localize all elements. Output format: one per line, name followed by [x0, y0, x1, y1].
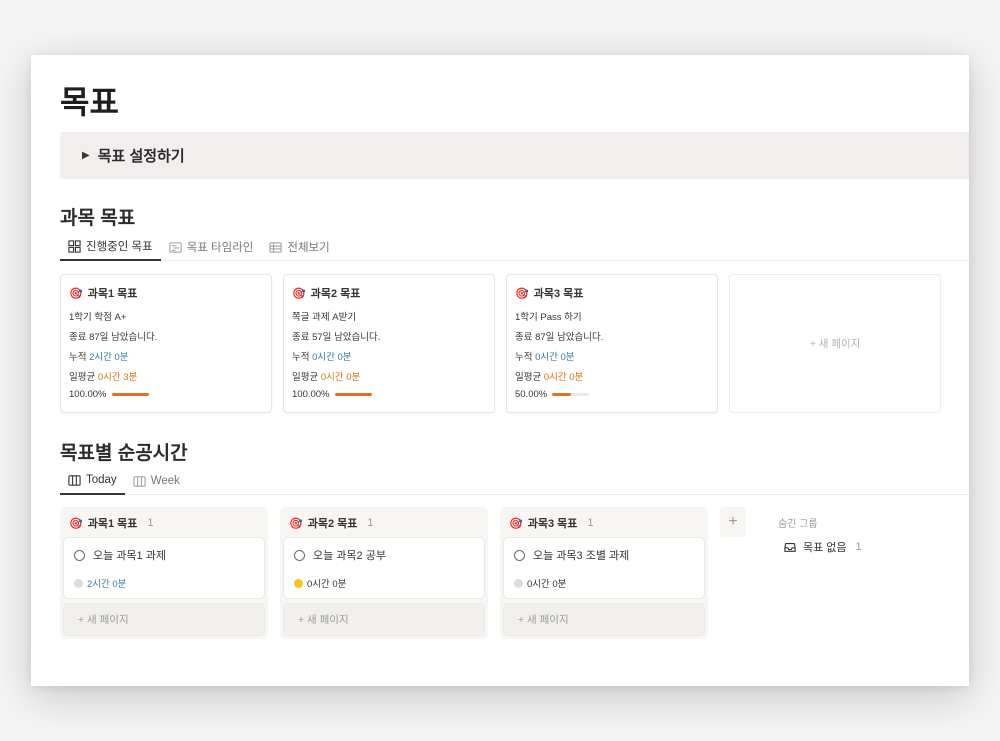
- tab-goal-timeline[interactable]: 목표 타임라인: [161, 233, 262, 261]
- goal-setting-toggle[interactable]: ▶ 목표 설정하기: [60, 132, 969, 179]
- task-card[interactable]: 오늘 과목1 과제 2시간 0분: [64, 538, 264, 598]
- gallery-icon: [68, 239, 81, 253]
- task-title: 오늘 과목2 공부: [313, 550, 386, 562]
- goal-setting-label: 목표 설정하기: [97, 148, 185, 165]
- status-dot-icon: [514, 578, 523, 588]
- goal-card[interactable]: 🎯 과목3 목표 1학기 Pass 하기 종료 87일 남았습니다. 누적 0시간…: [506, 274, 718, 413]
- study-time-section-title: 목표별 순공시간: [60, 443, 188, 464]
- goal-remaining: 종료 57일 남았습니다.: [292, 332, 381, 343]
- goal-description: 1학기 Pass 하기: [515, 312, 582, 323]
- column-header[interactable]: 🎯 과목3 목표 1: [504, 511, 704, 535]
- goal-total-time: 누적 0시간 0분: [292, 352, 352, 363]
- board-icon: [133, 475, 146, 488]
- target-icon: 🎯: [292, 287, 306, 300]
- tab-label: 목표 타임라인: [186, 242, 254, 254]
- goal-card-title: 과목3 목표: [533, 288, 584, 300]
- add-page-button[interactable]: + 새 페이지: [284, 604, 484, 635]
- status-circle-icon[interactable]: [514, 549, 525, 561]
- status-dot-icon: [294, 578, 303, 588]
- target-icon: 🎯: [289, 517, 303, 530]
- goal-description: 쪽글 과제 A받기: [292, 312, 357, 323]
- tab-week[interactable]: Week: [125, 467, 188, 495]
- board-icon: [68, 474, 81, 487]
- column-header[interactable]: 🎯 과목1 목표 1: [64, 511, 264, 535]
- goal-card[interactable]: 🎯 과목1 목표 1학기 학점 A+ 종료 87일 남았습니다. 누적 2시간 0…: [60, 274, 272, 413]
- tab-view-all[interactable]: 전체보기: [261, 233, 337, 261]
- inbox-icon: [784, 543, 796, 552]
- status-circle-icon[interactable]: [294, 549, 305, 561]
- column-title: 과목3 목표: [527, 518, 578, 530]
- goal-total-time: 누적 0시간 0분: [515, 352, 575, 363]
- target-icon: 🎯: [515, 287, 529, 300]
- target-icon: 🎯: [69, 517, 83, 530]
- goal-description: 1학기 학점 A+: [69, 312, 127, 323]
- target-icon: 🎯: [509, 517, 523, 530]
- tab-in-progress-goals[interactable]: 진행중인 목표: [60, 233, 161, 261]
- board-column: 🎯 과목3 목표 1 오늘 과목3 조별 과제 0시간 0분 + 새 페이지: [500, 507, 708, 639]
- tab-label: 진행중인 목표: [86, 241, 153, 253]
- goal-remaining: 종료 87일 남았습니다.: [69, 332, 158, 343]
- tab-label: Week: [150, 475, 180, 487]
- goal-daily-average: 일평균 0시간 3분: [69, 372, 138, 383]
- goal-card[interactable]: 🎯 과목2 목표 쪽글 과제 A받기 종료 57일 남았습니다. 누적 0시간 0…: [283, 274, 495, 413]
- tab-label: Today: [86, 474, 117, 486]
- timeline-icon: [169, 241, 182, 254]
- goal-progress: 100.00%: [69, 389, 262, 400]
- toggle-triangle-icon[interactable]: ▶: [82, 150, 90, 161]
- add-page-button[interactable]: + 새 페이지: [64, 604, 264, 635]
- progress-bar: [334, 393, 372, 396]
- task-time: 0시간 0분: [527, 579, 567, 590]
- task-title: 오늘 과목3 조별 과제: [533, 550, 630, 562]
- add-group-button[interactable]: +: [720, 507, 746, 537]
- column-count: 1: [147, 517, 154, 529]
- status-dot-icon: [74, 578, 83, 588]
- study-board: 🎯 과목1 목표 1 오늘 과목1 과제 2시간 0분 + 새 페이지 🎯 과목2 목…: [60, 507, 918, 639]
- add-page-button[interactable]: + 새 페이지: [504, 604, 704, 635]
- tab-label: 전체보기: [287, 242, 330, 254]
- progress-bar: [111, 393, 149, 396]
- goal-total-time: 누적 2시간 0분: [69, 352, 129, 363]
- column-count: 1: [367, 517, 374, 529]
- page-title: 목표: [60, 84, 119, 120]
- task-card[interactable]: 오늘 과목3 조별 과제 0시간 0분: [504, 538, 704, 598]
- new-page-card[interactable]: + 새 페이지: [729, 274, 941, 413]
- notion-page: 목표 ▶ 목표 설정하기 과목 목표 진행중인 목표 목표 타임라인 전체보기 …: [31, 55, 969, 686]
- board-column: 🎯 과목2 목표 1 오늘 과목2 공부 0시간 0분 + 새 페이지: [280, 507, 488, 639]
- goal-card-title: 과목2 목표: [310, 288, 361, 300]
- goal-daily-average: 일평균 0시간 0분: [515, 372, 584, 383]
- hidden-group-label: 목표 없음: [803, 542, 847, 554]
- tab-today[interactable]: Today: [60, 467, 125, 495]
- goal-progress: 50.00%: [515, 389, 708, 400]
- column-header[interactable]: 🎯 과목2 목표 1: [284, 511, 484, 535]
- goal-daily-average: 일평균 0시간 0분: [292, 372, 361, 383]
- task-time: 2시간 0분: [87, 579, 127, 590]
- hidden-group-no-goal[interactable]: 목표 없음 1: [778, 539, 918, 555]
- column-count: 1: [587, 517, 594, 529]
- goals-view-tabs: 진행중인 목표 목표 타임라인 전체보기: [60, 233, 969, 261]
- progress-bar: [552, 393, 590, 396]
- target-icon: 🎯: [69, 287, 83, 300]
- hidden-groups: 숨긴 그룹 목표 없음 1: [778, 507, 918, 639]
- task-time: 0시간 0분: [307, 579, 347, 590]
- goals-section-title: 과목 목표: [60, 208, 136, 229]
- study-view-tabs: Today Week: [60, 467, 969, 495]
- goals-gallery: 🎯 과목1 목표 1학기 학점 A+ 종료 87일 남았습니다. 누적 2시간 0…: [60, 274, 941, 413]
- column-title: 과목1 목표: [87, 518, 138, 530]
- board-column: 🎯 과목1 목표 1 오늘 과목1 과제 2시간 0분 + 새 페이지: [60, 507, 268, 639]
- column-title: 과목2 목표: [307, 518, 358, 530]
- goal-remaining: 종료 87일 남았습니다.: [515, 332, 604, 343]
- goal-progress: 100.00%: [292, 389, 485, 400]
- goal-card-title: 과목1 목표: [87, 288, 138, 300]
- hidden-groups-label: 숨긴 그룹: [778, 518, 818, 530]
- task-card[interactable]: 오늘 과목2 공부 0시간 0분: [284, 538, 484, 598]
- table-icon: [269, 241, 282, 254]
- status-circle-icon[interactable]: [74, 549, 85, 561]
- hidden-group-count: 1: [855, 541, 862, 553]
- task-title: 오늘 과목1 과제: [93, 550, 166, 562]
